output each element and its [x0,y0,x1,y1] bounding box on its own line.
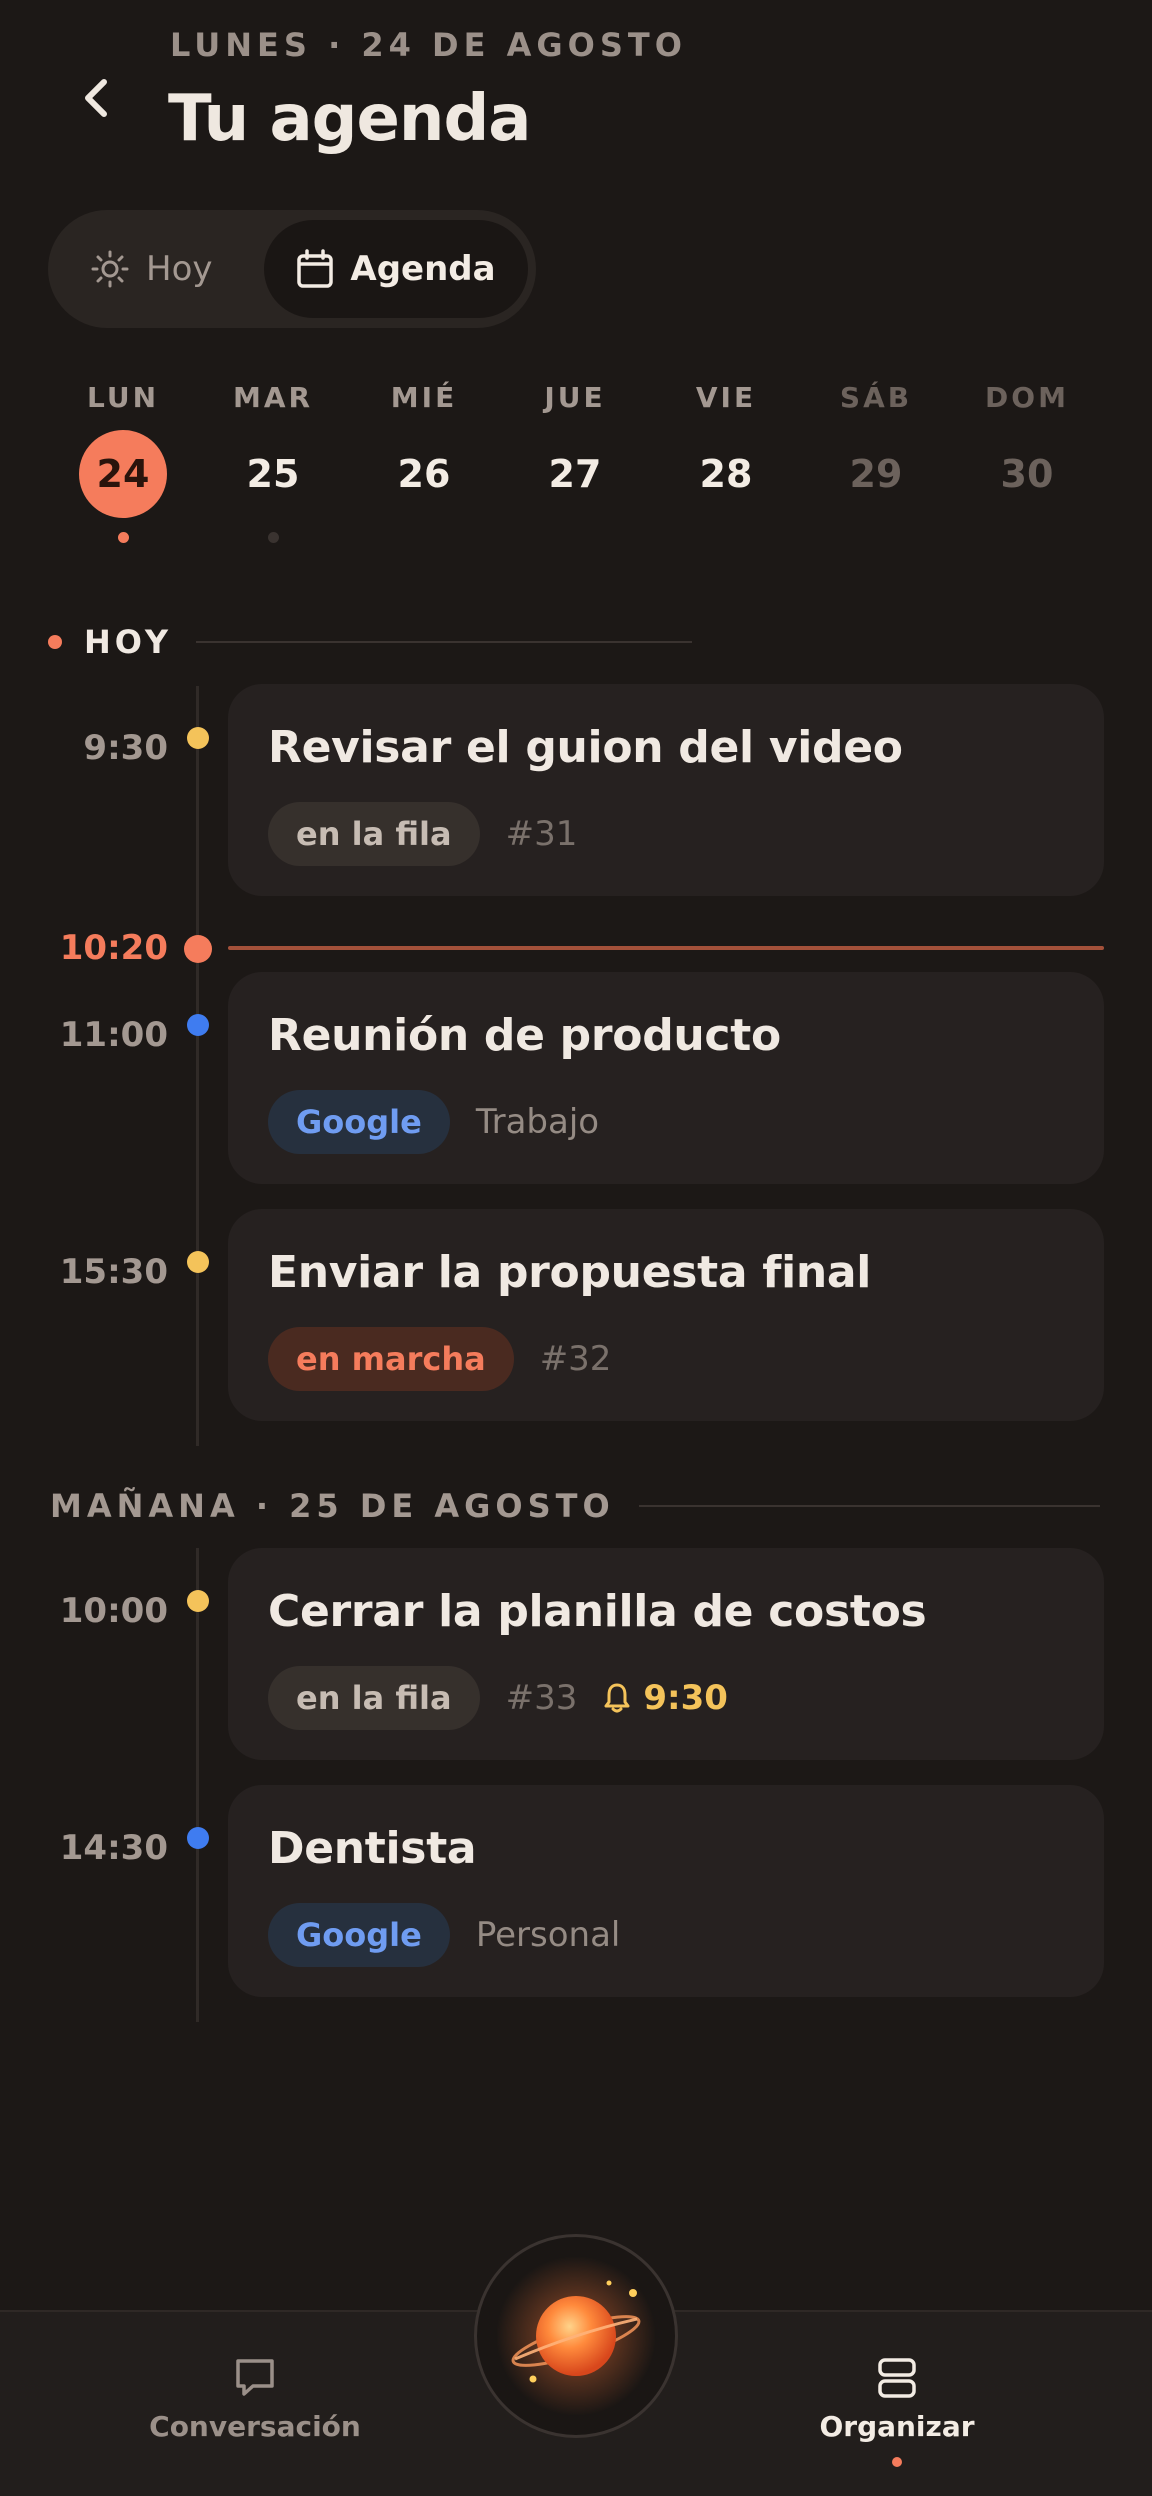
section-header-tomorrow: MAÑANA · 25 DE AGOSTO [50,1486,1100,1526]
reminder-time: 9:30 [643,1678,728,1718]
back-button[interactable] [70,70,122,126]
sun-icon [91,250,129,288]
status-badge: en la fila [268,1666,480,1730]
chat-bubble-icon [236,2359,274,2396]
event-title: Enviar la propuesta final [268,1247,872,1298]
day-vie[interactable]: VIE 28 [651,378,801,558]
today-dot [48,635,62,649]
day-lun[interactable]: LUN 24 [48,378,198,558]
day-number: 29 [849,452,903,496]
divider [638,1505,1100,1507]
day-dom[interactable]: DOM 30 [952,378,1102,558]
page-title: Tu agenda [168,82,531,156]
section-label: MAÑANA · 25 DE AGOSTO [50,1487,615,1525]
day-name: DOM [985,381,1069,414]
calendar-icon [297,249,334,288]
event-title: Dentista [268,1823,477,1874]
event-dot [187,727,209,749]
current-time-line [228,946,1104,950]
day-mie[interactable]: MIÉ 26 [349,378,499,558]
event-title: Reunión de producto [268,1010,781,1061]
day-name: VIE [695,381,757,414]
timeline-line [196,686,199,1446]
planet-icon [496,2256,656,2416]
tab-hoy-label: Hoy [146,249,213,289]
chevron-left-icon [85,79,107,117]
day-number: 30 [1000,452,1054,496]
event-dot [187,1827,209,1849]
day-sab[interactable]: SÁB 29 [801,378,951,558]
week-strip: LUN 24 MAR 25 MIÉ 26 JUE 27 VIE 28 SÁB 2… [48,378,1104,558]
day-name: MIÉ [390,381,458,414]
calendar-source-badge: Google [268,1090,450,1154]
event-card[interactable]: Enviar la propuesta final en marcha #32 [228,1209,1104,1421]
tab-agenda[interactable]: Agenda [264,220,528,318]
event-time: 11:00 [59,1015,168,1055]
event-title: Revisar el guion del video [268,722,903,773]
event-indicator-dot [267,532,279,543]
day-number: 27 [548,452,602,496]
day-name: JUE [544,381,606,414]
event-card[interactable]: Cerrar la planilla de costos en la fila … [228,1548,1104,1760]
calendar-source-badge: Google [268,1903,450,1967]
day-number: 26 [397,452,451,496]
task-number: #33 [505,1678,578,1718]
event-card[interactable]: Reunión de producto Google Trabajo [228,972,1104,1184]
current-time: 10:20 [59,928,168,968]
status-badge: en la fila [268,802,480,866]
current-time-dot [184,935,212,963]
event-time: 10:00 [59,1591,168,1631]
nav-conversacion[interactable]: Conversación [105,2356,405,2443]
bell-icon [604,1683,630,1713]
event-time: 9:30 [83,728,168,768]
event-time: 15:30 [59,1252,168,1292]
section-label: HOY [84,623,173,661]
active-indicator-dot [892,2457,902,2467]
reminder: 9:30 [603,1678,728,1718]
day-name: SÁB [839,381,913,414]
stack-layout-icon [878,2358,916,2398]
event-time: 14:30 [59,1828,168,1868]
day-number: 24 [79,430,167,518]
event-dot [187,1251,209,1273]
nav-label: Conversación [149,2410,361,2443]
day-jue[interactable]: JUE 27 [500,378,650,558]
nav-label: Organizar [819,2410,975,2443]
section-header-today: HOY [48,622,692,662]
divider [196,641,692,643]
day-number: 28 [699,452,753,496]
event-indicator-dot [117,532,129,543]
event-dot [187,1014,209,1036]
tab-agenda-label: Agenda [350,249,496,289]
timeline-line [196,1548,199,2022]
status-badge: en marcha [268,1327,514,1391]
task-number: #31 [505,814,578,854]
day-name: MAR [232,381,314,414]
calendar-name: Trabajo [475,1102,600,1142]
nav-organizar[interactable]: Organizar [747,2356,1047,2467]
calendar-name: Personal [475,1915,621,1955]
event-dot [187,1590,209,1612]
assistant-orb-button[interactable] [474,2234,678,2438]
date-eyebrow: LUNES · 24 DE AGOSTO [170,26,687,64]
event-title: Cerrar la planilla de costos [268,1586,927,1637]
task-number: #32 [539,1339,612,1379]
day-number: 25 [246,452,300,496]
event-card[interactable]: Dentista Google Personal [228,1785,1104,1997]
tab-hoy[interactable]: Hoy [90,240,213,298]
day-mar[interactable]: MAR 25 [198,378,348,558]
event-card[interactable]: Revisar el guion del video en la fila #3… [228,684,1104,896]
day-name: LUN [86,381,159,414]
